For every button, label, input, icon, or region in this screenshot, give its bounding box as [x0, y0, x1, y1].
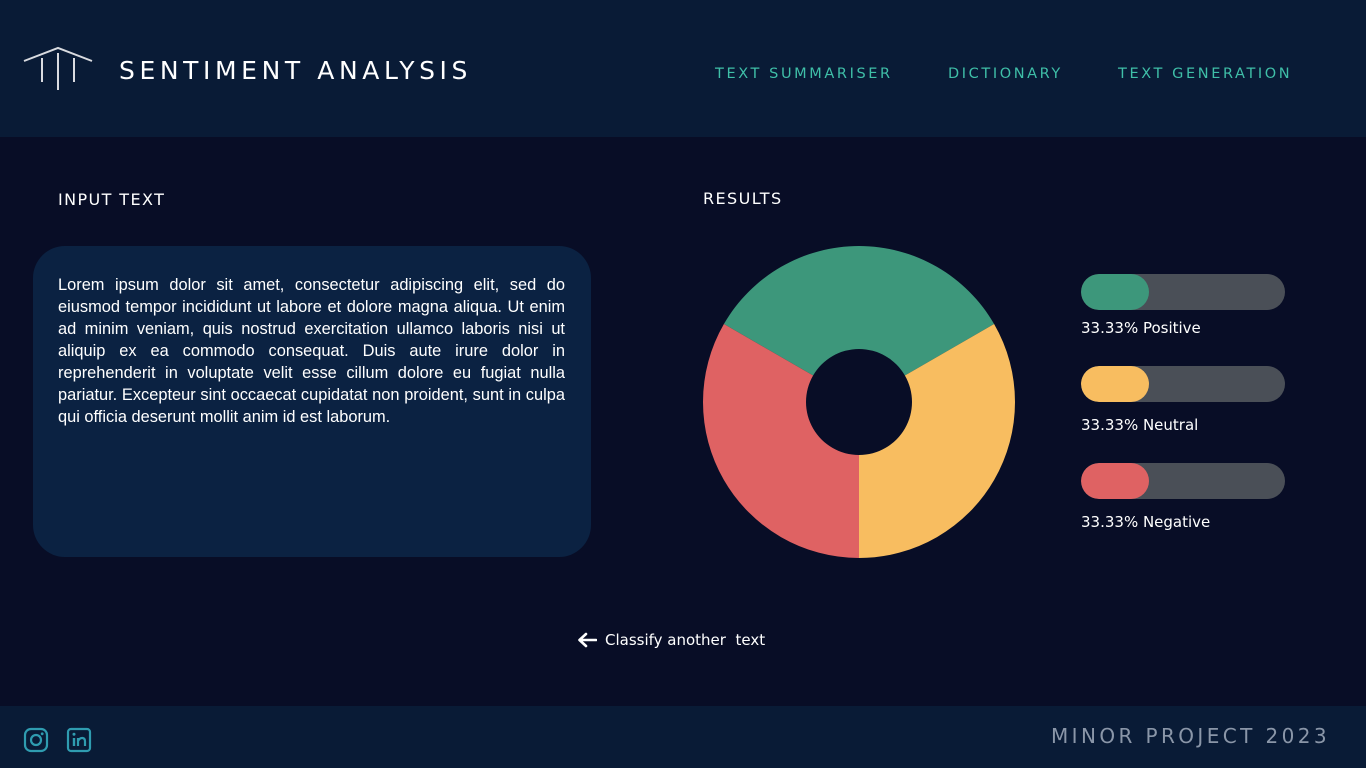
nav-text-generation[interactable]: TEXT GENERATION [1118, 66, 1292, 82]
arrow-left-icon [578, 632, 597, 648]
negative-bar-fill [1081, 463, 1149, 499]
app-title: SENTIMENT ANALYSIS [119, 56, 472, 85]
input-text-heading: INPUT TEXT [58, 190, 166, 209]
classify-another-button[interactable]: Classify another text [577, 629, 765, 651]
results-heading: RESULTS [703, 189, 783, 208]
neutral-bar-track [1081, 366, 1285, 402]
neutral-result: 33.33% Neutral [1081, 366, 1285, 434]
negative-label: 33.33% Negative [1081, 513, 1211, 531]
nav-dictionary[interactable]: DICTIONARY [948, 66, 1063, 82]
sentiment-donut-chart [703, 246, 1016, 558]
instagram-icon[interactable] [23, 727, 49, 753]
nav-text-summariser[interactable]: TEXT SUMMARISER [715, 66, 893, 82]
donut-slice-negative [703, 324, 859, 558]
positive-bar-track [1081, 274, 1285, 310]
input-text-panel[interactable]: Lorem ipsum dolor sit amet, consectetur … [33, 246, 591, 557]
linkedin-icon[interactable] [66, 727, 92, 753]
footer-project-label: MINOR PROJECT 2023 [1051, 724, 1330, 748]
positive-label: 33.33% Positive [1081, 319, 1201, 337]
donut-slice-neutral [859, 324, 1016, 558]
neutral-label: 33.33% Neutral [1081, 416, 1199, 434]
negative-bar-track [1081, 463, 1285, 499]
positive-bar-fill [1081, 274, 1149, 310]
pillars-logo-icon[interactable] [22, 44, 94, 92]
classify-another-label: Classify another text [605, 631, 766, 649]
neutral-bar-fill [1081, 366, 1149, 402]
input-text-content[interactable]: Lorem ipsum dolor sit amet, consectetur … [58, 274, 565, 428]
positive-result: 33.33% Positive [1081, 274, 1285, 337]
negative-result: 33.33% Negative [1081, 463, 1285, 531]
